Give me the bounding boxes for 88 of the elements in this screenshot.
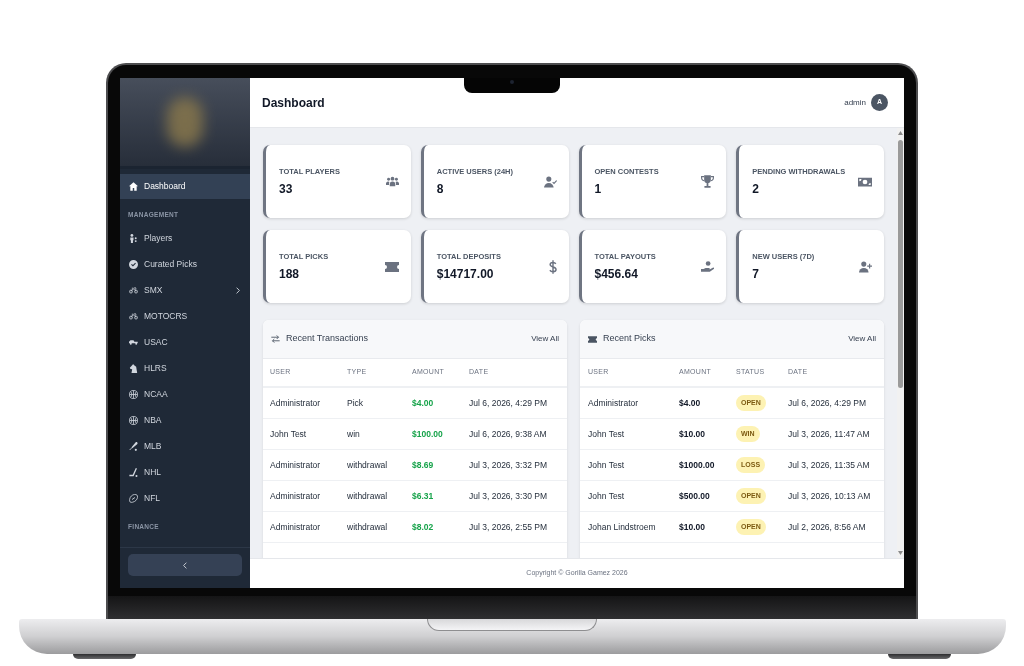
table-cell-text: Jul 3, 2026, 10:13 AM [788, 489, 872, 503]
sidebar-item[interactable]: MLB [120, 433, 250, 459]
table-cell-text: $8.69 [412, 458, 435, 472]
home-icon [129, 182, 138, 191]
table-cell-text: John Test [588, 427, 626, 441]
table-cell-text: John Test [588, 489, 626, 503]
stat-value: 8 [436, 181, 445, 197]
table-cell-text: Administrator [270, 396, 322, 410]
laptop-foot [73, 654, 136, 659]
motorcycle-icon [129, 285, 138, 295]
table-cell-text: Jul 3, 2026, 3:30 PM [469, 489, 548, 503]
stat-value: $456.64 [594, 266, 639, 282]
table-cell-text: $4.00 [412, 396, 435, 410]
football-icon [129, 493, 138, 503]
view-all-link[interactable]: View All [848, 333, 876, 345]
stat-value: 1 [594, 181, 603, 197]
table-cell-text: Jul 3, 2026, 11:47 AM [788, 427, 871, 441]
table-cell-text: Administrator [270, 489, 322, 503]
table-cell-text: Administrator [270, 520, 322, 534]
user-name[interactable]: admin [844, 96, 866, 109]
sidebar-item[interactable]: MOTOCRS [120, 303, 250, 329]
basketball-icon [129, 389, 138, 399]
stat-value: 7 [752, 266, 760, 282]
basketball-icon [129, 415, 138, 425]
sidebar-item[interactable]: USAC [120, 329, 250, 355]
motorcycle-icon [129, 311, 138, 321]
table-cell-text: Jul 6, 2026, 4:29 PM [469, 396, 548, 410]
table-cell-text: Administrator [270, 458, 322, 472]
ticket-icon [384, 261, 399, 272]
table-cell-text: John Test [588, 458, 626, 472]
table-cell-text: Jul 2, 2026, 8:56 AM [788, 520, 867, 534]
table-cell-text: withdrawal [347, 520, 389, 534]
table-cell-text: John Test [270, 427, 308, 441]
hockey-stick-icon [129, 467, 138, 477]
table-cell-text: $4.00 [679, 396, 702, 410]
table-cell-text: Jul 3, 2026, 3:32 PM [469, 458, 548, 472]
hand-coin-icon [701, 261, 715, 272]
user-check-icon [543, 175, 557, 188]
table-cell-text: Jul 3, 2026, 11:35 AM [788, 458, 871, 472]
banknote-icon [858, 176, 872, 187]
stat-value: 2 [752, 181, 760, 197]
table-cell-text: $10.00 [679, 520, 706, 534]
table-cell-text: $500.00 [679, 489, 711, 503]
swap-arrows-icon [271, 335, 280, 343]
dollar-sign-icon [548, 259, 557, 274]
scroll-down-arrow-icon[interactable] [898, 551, 903, 555]
sidebar-item[interactable]: Players [120, 225, 250, 251]
race-car-icon [129, 339, 138, 345]
table-cell-text: Jul 6, 2026, 4:29 PM [788, 396, 867, 410]
card-title: Recent Picks [603, 332, 656, 346]
stat-value: 33 [279, 181, 294, 197]
stat-value: 188 [279, 266, 301, 282]
person-icon [129, 233, 138, 243]
user-plus-icon [859, 260, 872, 273]
chevron-left-icon [183, 561, 187, 569]
scroll-up-arrow-icon[interactable] [898, 131, 903, 135]
table-cell-text: withdrawal [347, 489, 389, 503]
laptop-foot [888, 654, 951, 659]
sidebar-item[interactable]: HLRS [120, 355, 250, 381]
table-cell-text: $6.31 [412, 489, 435, 503]
table-cell-text: $1000.00 [679, 458, 716, 472]
view-all-link[interactable]: View All [531, 333, 559, 345]
trophy-icon [701, 175, 715, 188]
table-cell-text: Jul 3, 2026, 2:55 PM [469, 520, 548, 534]
sidebar-item[interactable]: Curated Picks [120, 251, 250, 277]
sidebar-item[interactable]: NCAA [120, 381, 250, 407]
card-title: Recent Transactions [286, 332, 369, 346]
table-cell-text: withdrawal [347, 458, 389, 472]
table-cell-text: $100.00 [412, 427, 444, 441]
horse-head-icon [129, 363, 138, 373]
camera-icon [510, 80, 514, 84]
sidebar-item[interactable]: NHL [120, 459, 250, 485]
ticket-icon [588, 335, 597, 343]
table-cell-text: Administrator [588, 396, 640, 410]
sidebar-item[interactable]: NBA [120, 407, 250, 433]
table-cell-text: $8.02 [412, 520, 435, 534]
table-cell-text: Johan Lindstroem [588, 520, 657, 534]
sidebar-item[interactable]: SMX [120, 277, 250, 303]
sidebar-item[interactable]: NFL [120, 485, 250, 511]
users-icon [385, 176, 399, 187]
page-title: Dashboard [262, 94, 325, 112]
sidebar-item[interactable]: Dashboard [120, 174, 250, 199]
table-cell-text: $10.00 [679, 427, 706, 441]
stat-value: $14717.00 [436, 266, 495, 282]
scrollbar-thumb[interactable] [898, 140, 903, 388]
table-cell-text: Jul 6, 2026, 9:38 AM [469, 427, 548, 441]
table-cell-text: win [347, 427, 361, 441]
table-cell-text: Pick [347, 396, 365, 410]
